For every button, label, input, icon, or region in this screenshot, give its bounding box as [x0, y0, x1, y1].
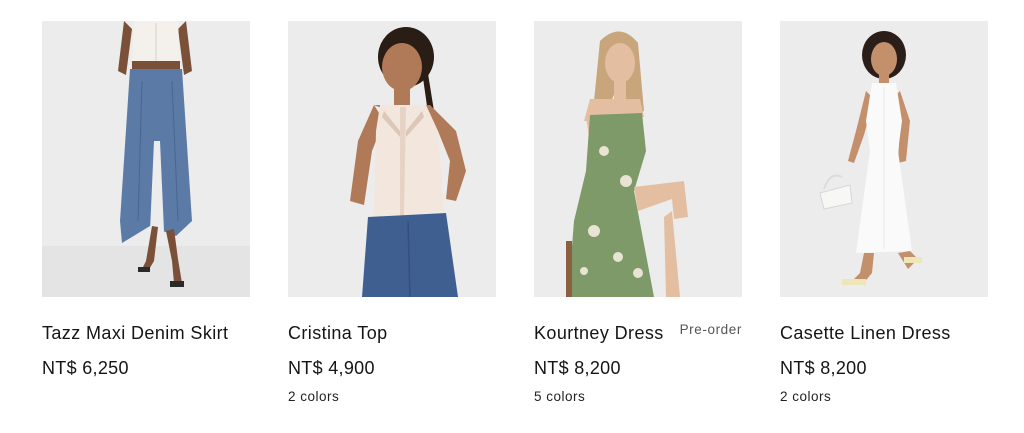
product-card[interactable]: Tazz Maxi Denim Skirt NT$ 6,250: [42, 21, 250, 404]
product-info: Casette Linen Dress NT$ 8,200 2 colors: [780, 297, 988, 404]
product-price: NT$ 8,200: [534, 358, 621, 378]
product-image[interactable]: [534, 21, 742, 297]
color-count[interactable]: 2 colors: [288, 389, 496, 404]
product-name[interactable]: Tazz Maxi Denim Skirt: [42, 319, 250, 348]
model-in-green-floral-dress-image: [534, 21, 742, 297]
product-grid: Tazz Maxi Denim Skirt NT$ 6,250 Cristina…: [42, 21, 988, 404]
model-in-white-linen-dress-image: [780, 21, 988, 297]
color-count[interactable]: 5 colors: [534, 389, 742, 404]
preorder-badge: Pre-order: [679, 322, 742, 337]
product-info: Cristina Top NT$ 4,900 2 colors: [288, 297, 496, 404]
product-price: NT$ 4,900: [288, 358, 375, 378]
product-card[interactable]: Casette Linen Dress NT$ 8,200 2 colors: [780, 21, 988, 404]
product-card[interactable]: Cristina Top NT$ 4,900 2 colors: [288, 21, 496, 404]
model-in-cream-lace-top-image: [288, 21, 496, 297]
product-image[interactable]: [42, 21, 250, 297]
product-price: NT$ 6,250: [42, 358, 129, 378]
product-name[interactable]: Kourtney Dress: [534, 319, 664, 348]
product-info: Tazz Maxi Denim Skirt NT$ 6,250: [42, 297, 250, 380]
product-image[interactable]: [780, 21, 988, 297]
product-name[interactable]: Cristina Top: [288, 319, 496, 348]
product-price: NT$ 8,200: [780, 358, 867, 378]
product-name[interactable]: Casette Linen Dress: [780, 319, 988, 348]
color-count[interactable]: 2 colors: [780, 389, 988, 404]
product-info: Kourtney Dress Pre-order NT$ 8,200 5 col…: [534, 297, 742, 404]
product-image[interactable]: [288, 21, 496, 297]
model-in-denim-maxi-skirt-image: [42, 21, 250, 297]
product-card[interactable]: Kourtney Dress Pre-order NT$ 8,200 5 col…: [534, 21, 742, 404]
